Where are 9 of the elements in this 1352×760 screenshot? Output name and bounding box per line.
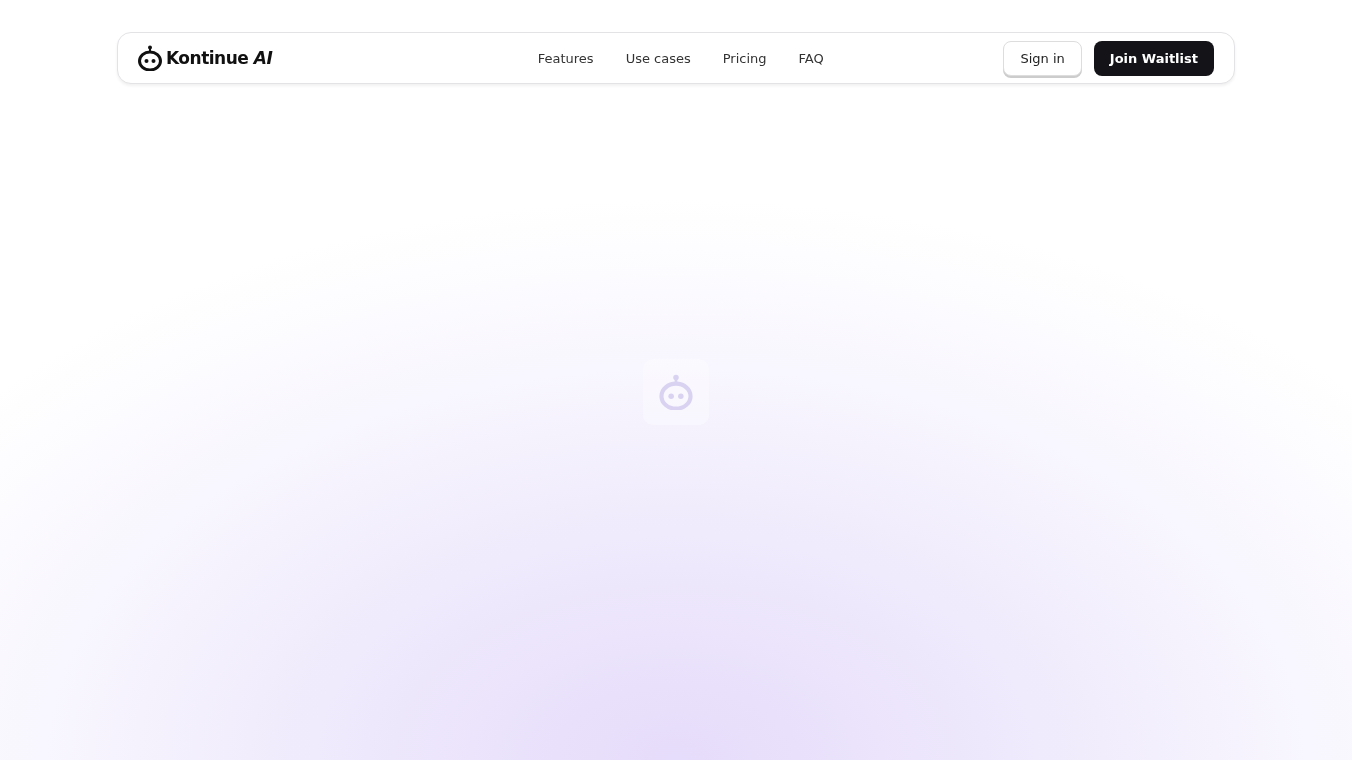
nav-link[interactable]: Use cases (625, 50, 691, 66)
brand-name[interactable]: Kontinue AI (166, 48, 273, 68)
robot-icon (659, 374, 693, 410)
nav-link[interactable]: FAQ (798, 50, 824, 66)
robot-logo-icon (138, 45, 162, 71)
sign-in-button[interactable]: Sign in (1003, 40, 1082, 76)
nav-link[interactable]: Features (537, 50, 594, 66)
nav-link[interactable]: Pricing (722, 50, 767, 66)
join-waitlist-button[interactable]: Join Waitlist (1093, 40, 1214, 76)
